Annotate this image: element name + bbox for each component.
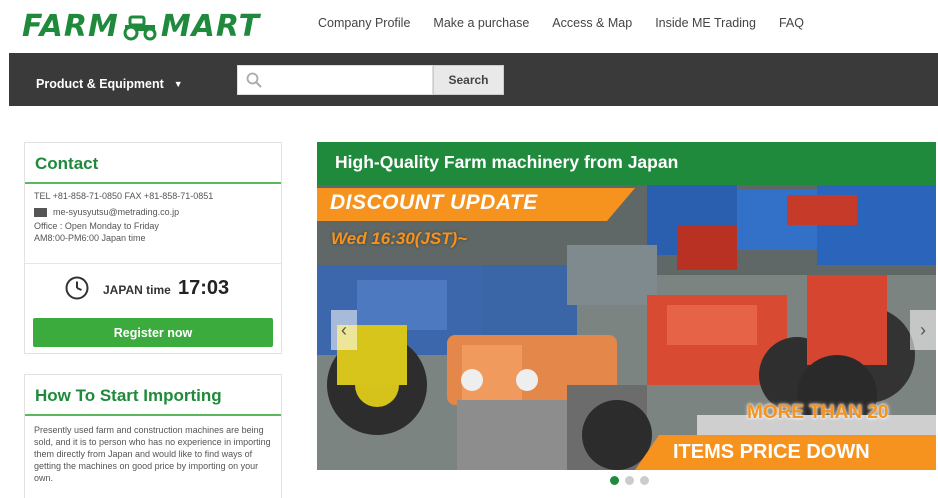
japan-time-value: 17:03 xyxy=(178,277,230,299)
carousel-next-button[interactable]: › xyxy=(910,310,936,350)
mail-icon xyxy=(34,207,47,217)
tractors-photo xyxy=(317,185,936,470)
search-box xyxy=(237,65,433,95)
price-down-text-holder: ITEMS PRICE DOWN xyxy=(635,435,936,470)
top-navigation: Company Profile Make a purchase Access &… xyxy=(318,16,827,30)
discount-update-text: DISCOUNT UPDATE xyxy=(330,191,538,214)
discount-banner-text-holder: DISCOUNT UPDATE xyxy=(317,188,635,221)
nav-make-purchase[interactable]: Make a purchase xyxy=(433,16,529,30)
more-than-text: MORE THAN 20 xyxy=(747,402,889,423)
carousel-dot-2[interactable] xyxy=(625,476,634,485)
hero-title: High-Quality Farm machinery from Japan xyxy=(317,142,936,185)
contact-hours-line2: AM8:00-PM6:00 Japan time xyxy=(34,233,146,243)
search-input[interactable] xyxy=(268,70,428,92)
carousel-prev-button[interactable]: ‹ xyxy=(331,310,357,350)
carousel-dot-3[interactable] xyxy=(640,476,649,485)
product-equipment-menu[interactable]: Product & Equipment ▼ xyxy=(36,77,183,91)
japan-time-label: JAPAN time xyxy=(103,283,171,297)
logo-text-right: MART xyxy=(160,8,261,44)
how-to-import-title[interactable]: How To Start Importing xyxy=(25,375,281,416)
register-button[interactable]: Register now xyxy=(33,318,273,347)
how-to-import-text: Presently used farm and construction mac… xyxy=(34,425,271,483)
contact-phone-fax: TEL +81-858-71-0850 FAX +81-858-71-0851 xyxy=(34,191,214,201)
logo-text-left: FARM xyxy=(22,8,119,44)
nav-company-profile[interactable]: Company Profile xyxy=(318,16,410,30)
site-header: FARM MART Company Profile Make a purchas… xyxy=(0,0,938,52)
site-logo[interactable]: FARM MART xyxy=(22,8,260,44)
product-menu-label: Product & Equipment xyxy=(36,77,164,91)
contact-email[interactable]: me-syusyutsu@metrading.co.jp xyxy=(53,206,179,218)
search-icon xyxy=(246,72,262,88)
carousel-pagination xyxy=(610,476,649,485)
nav-faq[interactable]: FAQ xyxy=(779,16,804,30)
contact-title: Contact xyxy=(25,143,281,184)
items-price-down-text: ITEMS PRICE DOWN xyxy=(673,441,870,463)
how-to-import-panel: How To Start Importing Presently used fa… xyxy=(24,374,282,498)
japan-time-box: JAPAN time 17:03 xyxy=(25,263,281,311)
carousel-dot-1[interactable] xyxy=(610,476,619,485)
clock-icon xyxy=(65,276,89,300)
nav-inside-me-trading[interactable]: Inside ME Trading xyxy=(655,16,756,30)
contact-hours-line1: Office : Open Monday to Friday xyxy=(34,221,159,231)
discount-date: Wed 16:30(JST)~ xyxy=(331,229,468,248)
category-search-bar: Product & Equipment ▼ Search xyxy=(9,53,938,106)
nav-access-map[interactable]: Access & Map xyxy=(552,16,632,30)
contact-email-row: me-syusyutsu@metrading.co.jp xyxy=(25,206,281,218)
hero-carousel: High-Quality Farm machinery from Japan D… xyxy=(317,142,936,470)
search-button[interactable]: Search xyxy=(433,65,504,95)
tractor-icon xyxy=(123,15,157,41)
caret-down-icon: ▼ xyxy=(173,79,183,89)
contact-panel: Contact TEL +81-858-71-0850 FAX +81-858-… xyxy=(24,142,282,354)
